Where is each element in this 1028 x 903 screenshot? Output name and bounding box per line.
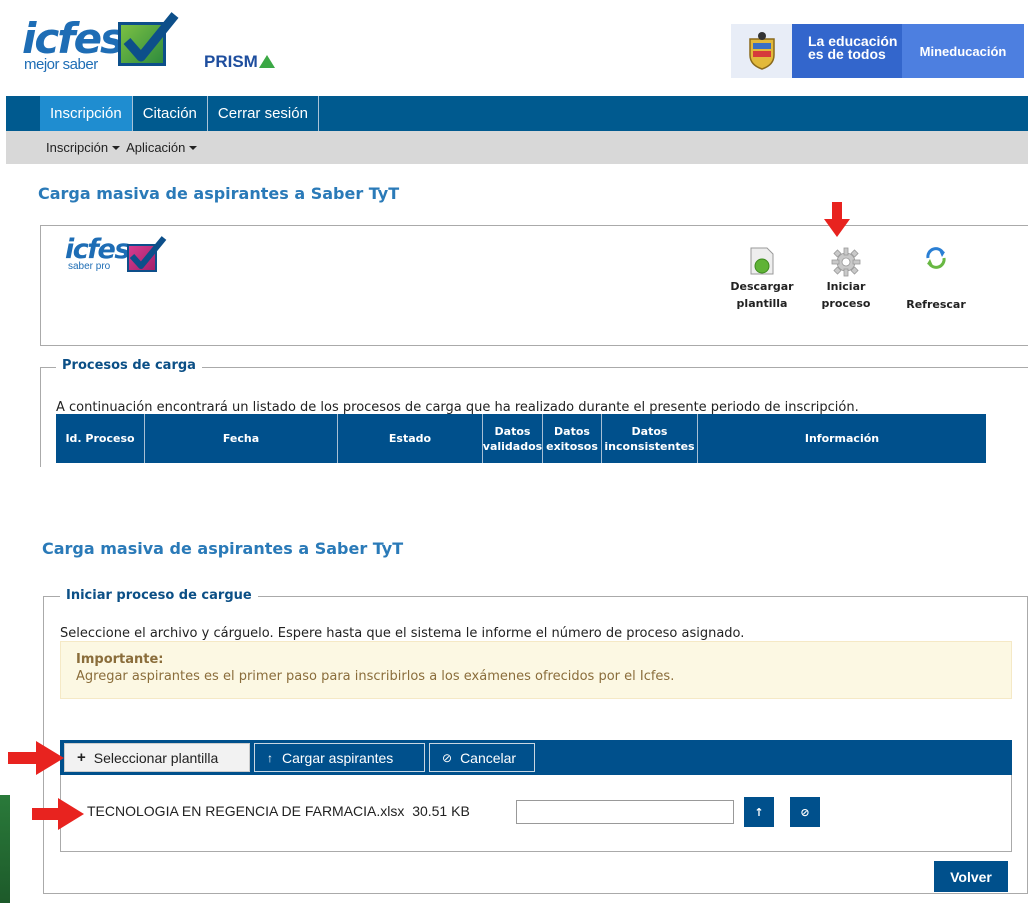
upload-icon: ↑ (754, 805, 764, 819)
refresh-label: Refrescar (906, 298, 966, 311)
start-process-label-1: Iniciar (826, 280, 866, 293)
select-template-label: Seleccionar plantilla (93, 749, 219, 766)
gov-slogan: La educación es de todos (792, 24, 902, 78)
prisma-logo: PRISM (204, 52, 275, 72)
upload-file-row: TECNOLOGIA EN REGENCIA DE FARMACIA.xlsx … (60, 775, 1012, 852)
important-alert: Importante: Agregar aspirantes es el pri… (60, 641, 1012, 699)
processes-legend: Procesos de carga (56, 358, 202, 373)
col-datos-inconsistentes: Datos inconsistentes (602, 414, 698, 463)
saber-pro-check-icon (127, 236, 167, 272)
page-title-2: Carga masiva de aspirantes a Saber TyT (42, 539, 404, 558)
cancel-icon: ⊘ (442, 750, 453, 765)
toolbar-panel: icfes saber pro Descargar plantilla Inic… (40, 225, 1028, 346)
subnav-inscripcion-label: Inscripción (46, 140, 109, 155)
subnav-inscripcion-menu[interactable]: Inscripción (46, 140, 121, 155)
download-template-label-2: plantilla (736, 297, 788, 310)
start-process-button[interactable]: Iniciar proceso (811, 246, 881, 312)
col-estado: Estado (338, 414, 483, 463)
caret-down-icon (189, 146, 198, 150)
upload-candidates-button[interactable]: ↑ Cargar aspirantes (254, 743, 425, 772)
alert-title: Importante: (76, 652, 164, 667)
page-title: Carga masiva de aspirantes a Saber TyT (38, 184, 400, 203)
col-fecha: Fecha (145, 414, 338, 463)
file-progress-input[interactable] (516, 800, 734, 824)
icfes-logo-tagline: mejor saber (24, 56, 98, 73)
back-button[interactable]: Volver (934, 861, 1008, 892)
nav-item-cerrar-sesion[interactable]: Cerrar sesión (208, 96, 319, 131)
col-id-proceso: Id. Proceso (56, 414, 145, 463)
file-size: 30.51 KB (412, 803, 470, 819)
upload-icon: ↑ (267, 750, 273, 765)
refresh-icon (926, 247, 946, 269)
cancel-icon: ⊘ (800, 805, 810, 819)
red-arrow-icon (8, 741, 64, 775)
cancel-button[interactable]: ⊘ Cancelar (429, 743, 535, 772)
col-informacion: Información (804, 432, 880, 445)
icfes-check-icon (118, 12, 179, 66)
start-process-label-2: proceso (821, 297, 871, 310)
subnav-aplicacion-menu[interactable]: Aplicación (126, 140, 198, 155)
download-template-label-1: Descargar (730, 280, 794, 293)
upload-candidates-label: Cargar aspirantes (282, 749, 394, 766)
upload-toolbar: + Seleccionar plantilla ↑ Cargar aspiran… (60, 740, 1012, 775)
government-banner: La educación es de todos Mineducación (731, 24, 1024, 78)
coat-of-arms-icon (731, 24, 792, 78)
plus-icon: + (77, 749, 86, 766)
file-info: TECNOLOGIA EN REGENCIA DE FARMACIA.xlsx … (87, 803, 470, 819)
col-datos-exitosos: Datos exitosos (543, 414, 602, 463)
caret-down-icon (112, 146, 121, 150)
refresh-button[interactable]: Refrescar (901, 246, 971, 313)
red-arrow-icon (32, 798, 84, 830)
icfes-logo: icfes mejor saber (22, 12, 182, 80)
subnav-aplicacion-label: Aplicación (126, 140, 186, 155)
nav-item-inscripcion[interactable]: Inscripción (40, 96, 133, 131)
cancel-label: Cancelar (460, 749, 517, 766)
col-datos-validados: Datos validados (483, 414, 543, 463)
upload-legend: Iniciar proceso de cargue (60, 588, 258, 603)
saber-pro-logo-tagline: saber pro (68, 261, 111, 272)
download-template-icon (750, 247, 774, 275)
gear-icon (831, 247, 861, 277)
processes-intro: A continuación encontrará un listado de … (56, 400, 859, 415)
download-template-button[interactable]: Descargar plantilla (727, 246, 797, 312)
alert-text: Agregar aspirantes es el primer paso par… (76, 669, 675, 684)
file-cancel-button[interactable]: ⊘ (790, 797, 820, 827)
nav-item-citacion[interactable]: Citación (133, 96, 208, 131)
ministry-link[interactable]: Mineducación (902, 24, 1024, 78)
processes-table-header: Id. Proceso Fecha Estado Datos validados… (56, 414, 986, 463)
prisma-logo-text: PRISM (204, 52, 258, 71)
background-edge (0, 795, 10, 903)
prisma-a-icon (258, 55, 275, 68)
saber-pro-logo: icfes saber pro (65, 234, 175, 288)
sub-nav: Inscripción Aplicación (6, 131, 1028, 164)
file-name: TECNOLOGIA EN REGENCIA DE FARMACIA.xlsx (87, 803, 405, 819)
file-upload-button[interactable]: ↑ (744, 797, 774, 827)
gov-slogan-line2: es de todos (808, 46, 886, 62)
red-arrow-icon (824, 202, 850, 237)
main-nav: Inscripción Citación Cerrar sesión (6, 96, 1028, 131)
select-template-button[interactable]: + Seleccionar plantilla (64, 743, 250, 772)
upload-instructions: Seleccione el archivo y cárguelo. Espere… (60, 626, 745, 641)
